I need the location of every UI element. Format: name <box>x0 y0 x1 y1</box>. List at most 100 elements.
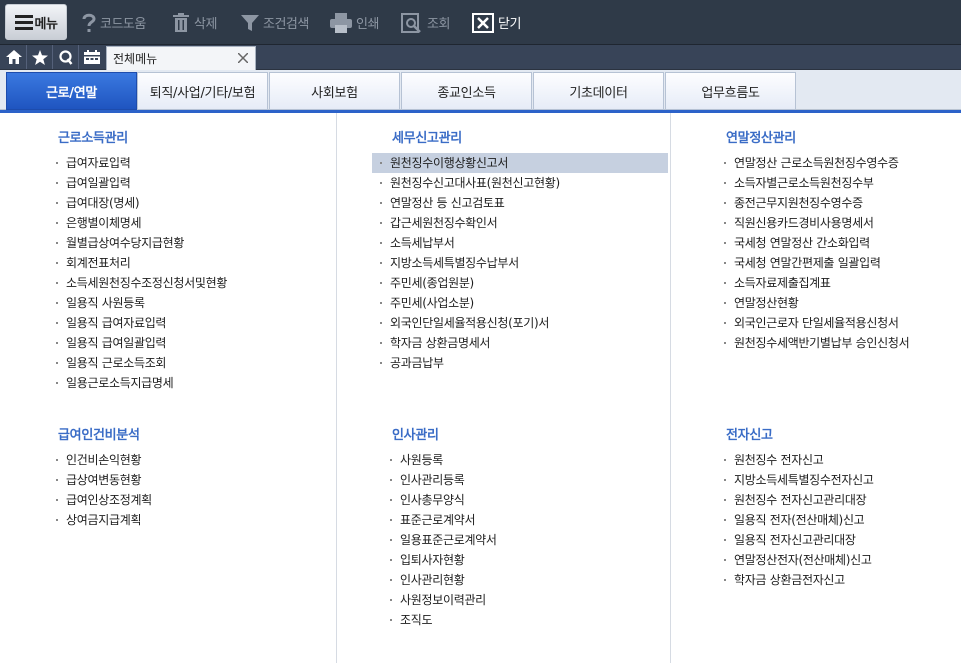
menu-item[interactable]: 입퇴사자현황 <box>390 550 497 570</box>
menu-item-label: 원천징수세액반기별납부 승인신청서 <box>734 336 910 350</box>
menu-item[interactable]: 외국인근로자 단일세율적용신청서 <box>724 313 909 333</box>
menu-item-label: 일용표준근로계약서 <box>400 533 497 547</box>
favorites-button[interactable] <box>27 45 53 69</box>
category-tab-label: 근로/연말 <box>45 85 98 101</box>
menu-item-label: 일용근로소득지급명세 <box>66 376 174 390</box>
menu-item[interactable]: 사원등록 <box>390 450 497 470</box>
tab-religious-income[interactable]: 종교인소득 <box>401 72 532 110</box>
menu-item[interactable]: 소득세원천징수조정신청서및현황 <box>56 273 227 293</box>
menu-item[interactable]: 급여일괄입력 <box>56 173 227 193</box>
bullet-icon <box>56 242 58 244</box>
printer-icon <box>330 12 352 33</box>
menu-item-label: 연말정산 근로소득원천징수영수증 <box>734 156 899 170</box>
bullet-icon <box>380 242 382 244</box>
print-button[interactable]: 인쇄 <box>330 0 379 45</box>
menu-item[interactable]: 인사총무양식 <box>390 490 497 510</box>
menu-item[interactable]: 공과금납부 <box>372 353 668 373</box>
menu-item[interactable]: 국세청 연말정산 간소화입력 <box>724 233 909 253</box>
menu-item[interactable]: 회계전표처리 <box>56 253 227 273</box>
menu-item[interactable]: 월별급상여수당지급현황 <box>56 233 227 253</box>
bullet-icon <box>56 162 58 164</box>
menu-item[interactable]: 연말정산 근로소득원천징수영수증 <box>724 153 909 173</box>
home-button[interactable] <box>1 45 27 69</box>
menu-button[interactable]: 메뉴 <box>5 4 67 40</box>
menu-item[interactable]: 급여인상조정계획 <box>56 490 152 510</box>
menu-item[interactable]: 인사관리등록 <box>390 470 497 490</box>
menu-item[interactable]: 주민세(사업소분) <box>372 293 668 313</box>
menu-item[interactable]: 원천징수 전자신고관리대장 <box>724 490 874 510</box>
tab-social-insurance[interactable]: 사회보험 <box>269 72 400 110</box>
menu-item[interactable]: 소득세납부서 <box>372 233 668 253</box>
tab-retire-business[interactable]: 퇴직/사업/기타/보험 <box>137 72 268 110</box>
menu-item[interactable]: 일용표준근로계약서 <box>390 530 497 550</box>
menu-item[interactable]: 연말정산 등 신고검토표 <box>372 193 668 213</box>
bullet-icon <box>724 322 726 324</box>
menu-item[interactable]: 일용근로소득지급명세 <box>56 373 227 393</box>
menu-item[interactable]: 소득자별근로소득원천징수부 <box>724 173 909 193</box>
menu-item[interactable]: 지방소득세특별징수납부서 <box>372 253 668 273</box>
menu-item[interactable]: 일용직 사원등록 <box>56 293 227 313</box>
menu-item-label: 지방소득세특별징수납부서 <box>390 256 519 270</box>
bullet-icon <box>390 519 392 521</box>
menu-item[interactable]: 학자금 상환금명세서 <box>372 333 668 353</box>
tab-close-button[interactable] <box>236 51 250 65</box>
menu-item-label: 급여일괄입력 <box>66 176 131 190</box>
inquiry-button[interactable]: 조회 <box>401 0 450 45</box>
menu-item[interactable]: 표준근로계약서 <box>390 510 497 530</box>
bullet-icon <box>390 459 392 461</box>
code-help-button[interactable]: 코드도움 <box>82 0 146 45</box>
menu-item[interactable]: 외국인단일세율적용신청(포기)서 <box>372 313 668 333</box>
menu-item[interactable]: 원천징수세액반기별납부 승인신청서 <box>724 333 910 353</box>
menu-item[interactable]: 갑근세원천징수확인서 <box>372 213 668 233</box>
menu-item[interactable]: 인건비손익현황 <box>56 450 152 470</box>
tab-workflow[interactable]: 업무흐름도 <box>665 72 796 110</box>
code-help-label: 코드도움 <box>100 17 146 32</box>
menu-item-label: 원천징수신고대사표(원천신고현황) <box>390 176 560 190</box>
menu-item[interactable]: 사원정보이력관리 <box>390 590 497 610</box>
inquiry-label: 조회 <box>427 17 450 32</box>
quick-search-button[interactable] <box>53 45 79 69</box>
delete-button[interactable]: 삭제 <box>172 0 217 45</box>
menu-item[interactable]: 급상여변동현황 <box>56 470 152 490</box>
menu-item-label: 일용직 전자(전산매체)신고 <box>734 513 865 527</box>
bullet-icon <box>724 579 726 581</box>
close-button[interactable]: 닫기 <box>472 0 521 45</box>
menu-item[interactable]: 원천징수이행상황신고서 <box>372 153 668 173</box>
menu-item[interactable]: 직원신용카드경비사용명세서 <box>724 213 909 233</box>
bullet-icon <box>56 322 58 324</box>
tab-labor-yearend[interactable]: 근로/연말 <box>6 72 137 110</box>
menu-item[interactable]: 상여금지급계획 <box>56 510 152 530</box>
menu-item[interactable]: 조직도 <box>390 610 497 630</box>
menu-item[interactable]: 원천징수신고대사표(원천신고현황) <box>372 173 668 193</box>
menu-item[interactable]: 일용직 전자신고관리대장 <box>724 530 874 550</box>
menu-item[interactable]: 급여대장(명세) <box>56 193 227 213</box>
menu-item[interactable]: 연말정산전자(전산매체)신고 <box>724 550 874 570</box>
menu-item[interactable]: 일용직 급여일괄입력 <box>56 333 227 353</box>
menu-item-label: 인사관리현황 <box>400 573 465 587</box>
menu-item-label: 국세청 연말간편제출 일괄입력 <box>734 256 881 270</box>
menu-item-label: 표준근로계약서 <box>400 513 476 527</box>
calendar-button[interactable] <box>79 45 105 69</box>
menu-item[interactable]: 학자금 상환금전자신고 <box>724 570 874 590</box>
menu-item[interactable]: 은행별이체명세 <box>56 213 227 233</box>
bullet-icon <box>56 302 58 304</box>
menu-item[interactable]: 일용직 급여자료입력 <box>56 313 227 333</box>
bullet-icon <box>390 559 392 561</box>
menu-item[interactable]: 연말정산현황 <box>724 293 909 313</box>
menu-item[interactable]: 원천징수 전자신고 <box>724 450 874 470</box>
condition-search-button[interactable]: 조건검색 <box>241 0 309 45</box>
menu-item-label: 급여인상조정계획 <box>66 493 152 507</box>
tab-all-menu[interactable]: 전체메뉴 <box>106 46 256 70</box>
menu-item[interactable]: 소득자료제출집계표 <box>724 273 909 293</box>
tab-base-data[interactable]: 기초데이터 <box>533 72 664 110</box>
section-list-yearend: 연말정산 근로소득원천징수영수증소득자별근로소득원천징수부종전근무지원천징수영수… <box>724 153 910 353</box>
menu-item[interactable]: 인사관리현황 <box>390 570 497 590</box>
menu-item[interactable]: 급여자료입력 <box>56 153 227 173</box>
menu-item[interactable]: 일용직 근로소득조회 <box>56 353 227 373</box>
menu-item[interactable]: 일용직 전자(전산매체)신고 <box>724 510 874 530</box>
menu-item[interactable]: 국세청 연말간편제출 일괄입력 <box>724 253 909 273</box>
menu-item[interactable]: 지방소득세특별징수전자신고 <box>724 470 874 490</box>
menu-item-label: 종전근무지원천징수영수증 <box>734 196 863 210</box>
menu-item[interactable]: 주민세(종업원분) <box>372 273 668 293</box>
menu-item[interactable]: 종전근무지원천징수영수증 <box>724 193 909 213</box>
